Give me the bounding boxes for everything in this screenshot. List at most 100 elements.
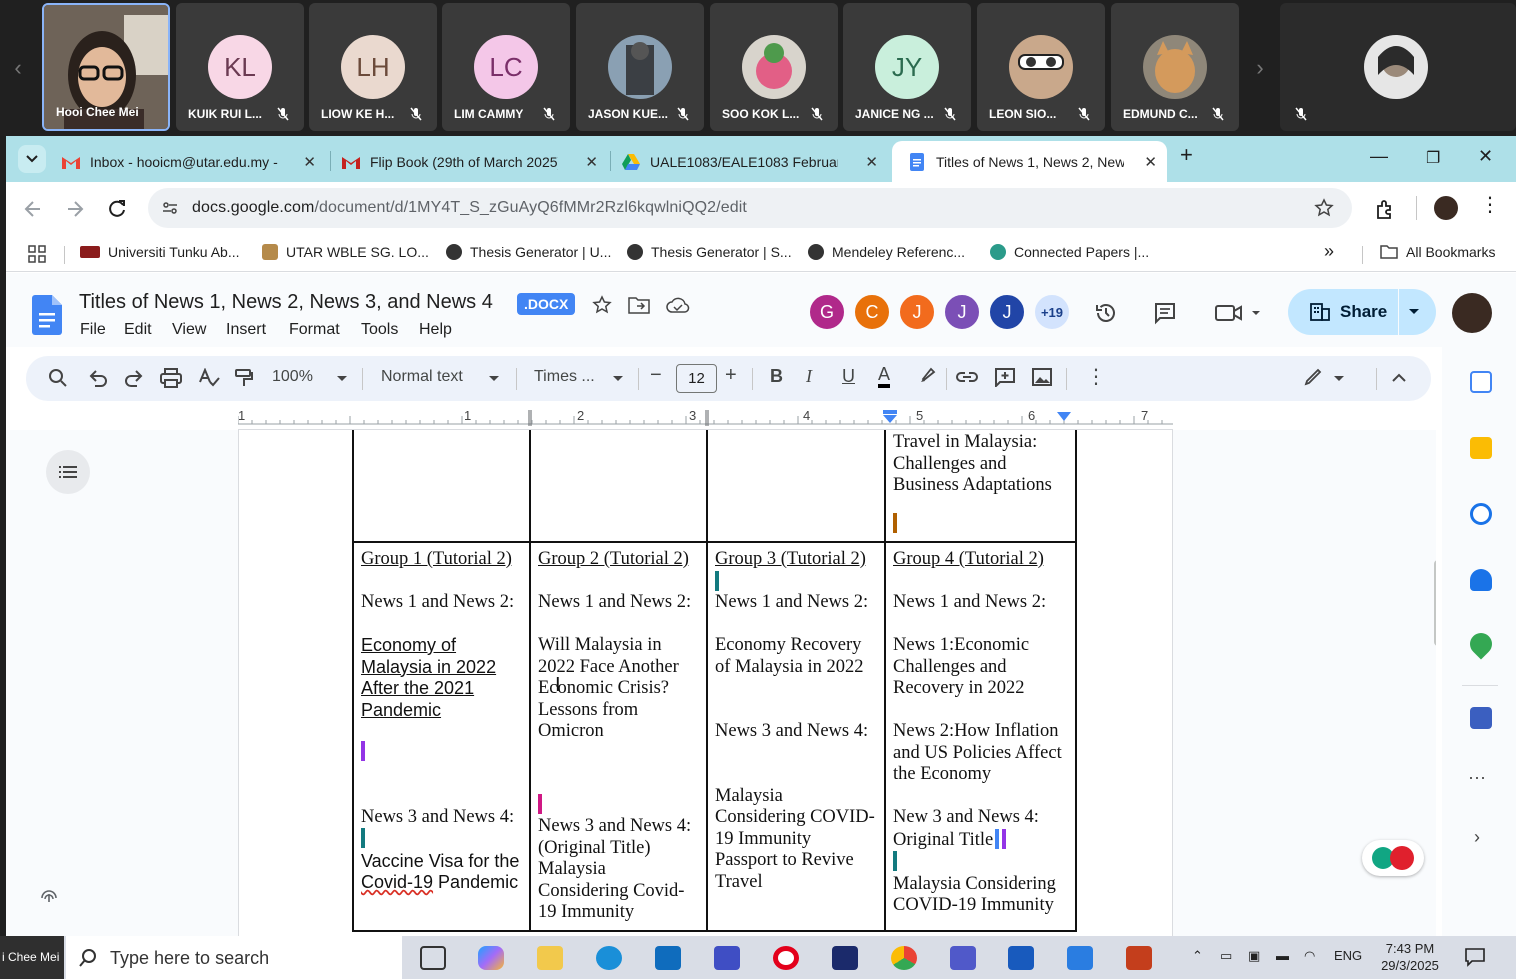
photos-icon[interactable]	[1067, 946, 1093, 970]
menu-edit[interactable]: Edit	[124, 321, 152, 339]
close-icon[interactable]: ✕	[865, 153, 878, 171]
table-cell-group-1[interactable]: Group 1 (Tutorial 2) News 1 and News 2: …	[352, 541, 531, 932]
scrollbar-thumb[interactable]	[1434, 560, 1436, 646]
participant-tile[interactable]: KL KUIK RUI L...	[176, 3, 304, 131]
strip-prev-button[interactable]: ‹	[0, 0, 36, 136]
font-select[interactable]: Times ...	[534, 368, 595, 386]
collaborator-avatar[interactable]: J	[898, 293, 936, 331]
profile-avatar[interactable]	[1434, 196, 1458, 220]
taskbar-search[interactable]: Type here to search	[66, 936, 402, 979]
participant-tile[interactable]	[1280, 3, 1516, 131]
bookmark-item[interactable]: Thesis Generator | U...	[446, 244, 611, 260]
bold-button[interactable]: B	[770, 366, 783, 387]
menu-insert[interactable]: Insert	[226, 321, 266, 339]
strip-next-button[interactable]: ›	[1242, 0, 1278, 136]
bookmark-item[interactable]: Universiti Tunku Ab...	[80, 244, 240, 260]
restore-button[interactable]: ❐	[1426, 148, 1440, 168]
increase-font-size-button[interactable]: +	[725, 364, 737, 387]
notifications-icon[interactable]	[1464, 947, 1486, 967]
tray-icon[interactable]: ▭	[1220, 948, 1232, 964]
close-icon[interactable]: ✕	[303, 153, 316, 171]
forward-icon[interactable]	[64, 198, 86, 220]
table-cell[interactable]: Travel in Malaysia: Challenges and Busin…	[884, 430, 1077, 543]
contacts-icon[interactable]	[1470, 569, 1492, 591]
comment-flag-icon[interactable]	[893, 512, 897, 533]
participant-tile[interactable]: LC LIM CAMMY	[442, 3, 570, 131]
document-outline-button[interactable]	[46, 450, 90, 494]
comment-flag-icon[interactable]	[538, 793, 542, 814]
underline-button[interactable]: U	[842, 366, 855, 387]
table-cell-group-2[interactable]: Group 2 (Tutorial 2) News 1 and News 2: …	[529, 541, 708, 932]
forms-addon-icon[interactable]	[1470, 707, 1492, 729]
italic-button[interactable]: I	[806, 366, 812, 387]
caret-down-icon[interactable]	[612, 375, 624, 383]
participant-tile[interactable]: EDMUND C...	[1111, 3, 1239, 131]
comment-flag-icon[interactable]	[361, 741, 365, 761]
reload-icon[interactable]	[106, 198, 128, 220]
close-icon[interactable]: ✕	[1144, 153, 1157, 171]
text-color-button[interactable]: A	[878, 364, 891, 388]
print-icon[interactable]	[160, 368, 182, 388]
redo-icon[interactable]	[124, 369, 144, 387]
bookmark-star-icon[interactable]	[1314, 198, 1334, 218]
insert-image-icon[interactable]	[1032, 368, 1052, 386]
file-explorer-icon[interactable]	[537, 946, 563, 970]
app-icon[interactable]	[714, 946, 740, 970]
accessibility-icon[interactable]	[36, 880, 62, 906]
docs-logo-icon[interactable]	[32, 295, 62, 335]
browser-menu-button[interactable]: ⋮	[1480, 192, 1500, 217]
misspelled-word[interactable]: Covid-19	[361, 872, 433, 892]
highlight-icon[interactable]	[918, 367, 936, 387]
decrease-font-size-button[interactable]: −	[650, 364, 662, 387]
account-avatar[interactable]	[1452, 293, 1492, 333]
table-cell-group-3[interactable]: Group 3 (Tutorial 2) News 1 and News 2: …	[706, 541, 886, 932]
document-title[interactable]: Titles of News 1, News 2, News 3, and Ne…	[79, 291, 493, 314]
bookmark-item[interactable]: UTAR WBLE SG. LO...	[262, 244, 429, 260]
participant-tile[interactable]: LH LIOW KE H...	[309, 3, 437, 131]
indent-marker-icon[interactable]	[883, 410, 897, 424]
collaborator-avatar[interactable]: J	[943, 293, 981, 331]
collaborator-avatar[interactable]: J	[988, 293, 1026, 331]
link-icon[interactable]	[956, 371, 978, 383]
tray-overflow-icon[interactable]: ⌃	[1192, 948, 1203, 964]
comment-flag-icon[interactable]	[1002, 828, 1007, 849]
wifi-icon[interactable]: ◠	[1304, 948, 1315, 964]
close-window-button[interactable]: ✕	[1478, 146, 1493, 167]
keep-icon[interactable]	[1470, 437, 1492, 459]
bookmark-item[interactable]: Thesis Generator | S...	[627, 244, 792, 260]
star-icon[interactable]	[592, 295, 612, 315]
undo-icon[interactable]	[88, 369, 108, 387]
caret-down-icon[interactable]	[488, 375, 500, 383]
chevron-up-icon[interactable]	[1392, 373, 1406, 383]
maps-icon[interactable]	[1465, 628, 1497, 660]
editing-mode-icon[interactable]	[1304, 368, 1348, 388]
apps-grid-icon[interactable]	[28, 245, 46, 263]
caret-down-icon[interactable]	[1408, 308, 1420, 316]
comments-icon[interactable]	[1153, 301, 1177, 325]
all-bookmarks-button[interactable]: All Bookmarks	[1380, 244, 1495, 260]
new-tab-button[interactable]: +	[1180, 142, 1193, 168]
task-view-icon[interactable]	[420, 946, 446, 970]
caret-down-icon[interactable]	[336, 375, 348, 383]
tasks-icon[interactable]	[1470, 503, 1492, 525]
tab-inbox[interactable]: Inbox - hooicm@utar.edu.my - ✕	[46, 141, 326, 182]
opera-icon[interactable]	[773, 946, 799, 970]
comment-flag-icon[interactable]	[361, 828, 365, 848]
participant-tile[interactable]: JY JANICE NG ...	[843, 3, 971, 131]
news-titles-table[interactable]: Travel in Malaysia: Challenges and Busin…	[352, 430, 1077, 932]
collaborator-avatar[interactable]: C	[853, 293, 891, 331]
powerpoint-icon[interactable]	[1126, 946, 1152, 970]
column-marker[interactable]	[528, 410, 532, 426]
address-bar[interactable]: docs.google.com/document/d/1MY4T_S_zGuAy…	[148, 188, 1352, 228]
right-indent-marker-icon[interactable]	[1057, 412, 1071, 422]
more-addons-button[interactable]: ···	[1468, 767, 1486, 788]
menu-format[interactable]: Format	[289, 321, 340, 339]
menu-view[interactable]: View	[172, 321, 206, 339]
table-cell[interactable]	[706, 430, 886, 543]
minimize-button[interactable]: —	[1370, 146, 1388, 167]
outlook-icon[interactable]	[655, 946, 681, 970]
tab-flip-book[interactable]: Flip Book (29th of March 2025) ✕	[326, 141, 608, 182]
chevron-right-icon[interactable]: ›	[1474, 827, 1480, 848]
cloud-saved-icon[interactable]	[666, 296, 690, 314]
spellcheck-icon[interactable]	[198, 368, 220, 388]
